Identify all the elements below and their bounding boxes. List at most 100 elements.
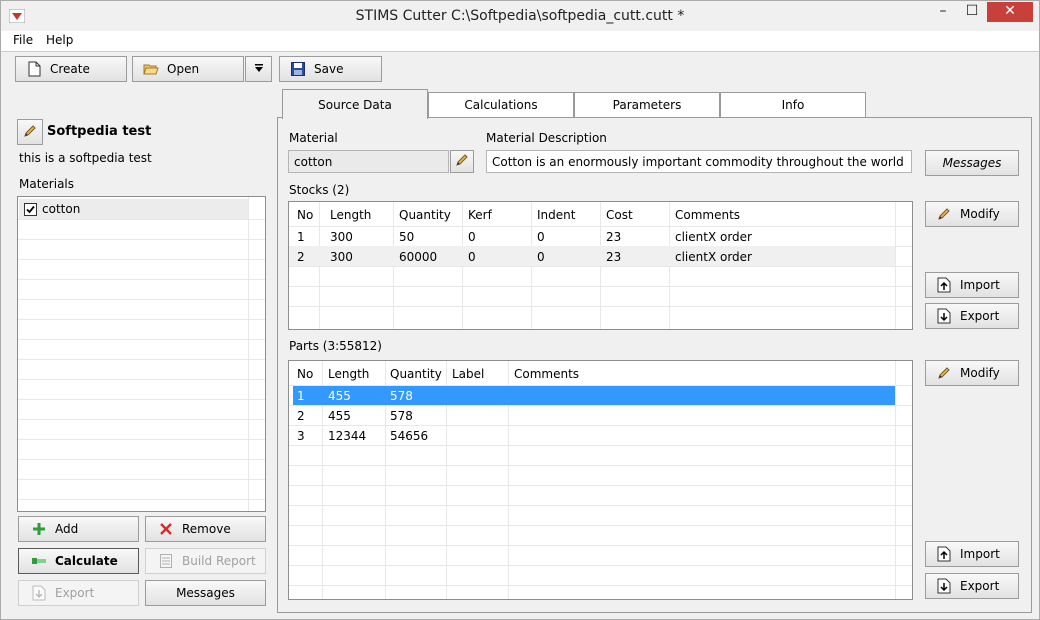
pencil-icon bbox=[23, 124, 37, 141]
plus-icon bbox=[31, 521, 47, 537]
table-cell[interactable]: 2 bbox=[297, 250, 305, 264]
export-left-label: Export bbox=[55, 586, 95, 600]
tab-parameters[interactable]: Parameters bbox=[574, 92, 720, 117]
table-cell[interactable]: 0 bbox=[537, 230, 545, 244]
new-file-icon bbox=[26, 61, 42, 77]
report-icon bbox=[158, 553, 174, 569]
project-name: Softpedia test bbox=[47, 124, 152, 139]
table-cell[interactable]: 2 bbox=[297, 409, 305, 423]
table-cell[interactable]: 578 bbox=[390, 409, 413, 423]
parts-import-button[interactable]: Import bbox=[925, 541, 1019, 567]
table-cell[interactable]: 60000 bbox=[399, 250, 437, 264]
col-header-kerf[interactable]: Kerf bbox=[468, 208, 492, 222]
table-cell[interactable]: 0 bbox=[537, 250, 545, 264]
add-button[interactable]: Add bbox=[18, 516, 139, 542]
list-item[interactable]: cotton bbox=[19, 199, 248, 219]
title-bar: STIMS Cutter C:\Softpedia\softpedia_cutt… bbox=[0, 0, 1040, 31]
col-header-label[interactable]: Label bbox=[452, 367, 484, 381]
col-header-quantity[interactable]: Quantity bbox=[399, 208, 451, 222]
col-header-indent[interactable]: Indent bbox=[537, 208, 575, 222]
create-button[interactable]: Create bbox=[15, 56, 127, 82]
project-description: this is a softpedia test bbox=[19, 151, 152, 165]
col-header-no[interactable]: No bbox=[297, 208, 313, 222]
minimize-button[interactable]: – bbox=[929, 2, 957, 22]
col-header-no[interactable]: No bbox=[297, 367, 313, 381]
table-cell[interactable]: 0 bbox=[468, 250, 476, 264]
table-cell[interactable]: 0 bbox=[468, 230, 476, 244]
stocks-import-button[interactable]: Import bbox=[925, 272, 1019, 298]
floppy-disk-icon bbox=[290, 61, 306, 77]
build-report-button[interactable]: Build Report bbox=[145, 548, 266, 574]
checkbox-checked-icon[interactable] bbox=[24, 203, 37, 216]
table-cell[interactable]: 3 bbox=[297, 429, 305, 443]
table-cell[interactable]: clientX order bbox=[675, 250, 752, 264]
table-cell[interactable]: 12344 bbox=[328, 429, 366, 443]
table-cell[interactable]: 300 bbox=[330, 250, 353, 264]
parts-modify-button[interactable]: Modify bbox=[925, 360, 1019, 386]
create-label: Create bbox=[50, 62, 90, 76]
material-field[interactable]: cotton bbox=[288, 150, 449, 173]
build-report-label: Build Report bbox=[182, 554, 256, 568]
pencil-icon bbox=[455, 153, 469, 170]
tab-source-data[interactable]: Source Data bbox=[282, 89, 428, 119]
col-header-length[interactable]: Length bbox=[328, 367, 369, 381]
messages-left-button[interactable]: Messages bbox=[145, 580, 266, 606]
table-cell[interactable]: 1 bbox=[297, 389, 305, 403]
table-cell[interactable]: 50 bbox=[399, 230, 414, 244]
material-description-field[interactable]: Cotton is an enormously important commod… bbox=[486, 150, 912, 173]
stocks-modify-label: Modify bbox=[960, 207, 1000, 221]
remove-button[interactable]: Remove bbox=[145, 516, 266, 542]
materials-list: cotton bbox=[17, 196, 266, 512]
stocks-table: No Length Quantity Kerf Indent Cost Comm… bbox=[288, 201, 913, 330]
pencil-icon bbox=[936, 365, 952, 381]
open-dropdown-button[interactable] bbox=[245, 56, 272, 82]
table-cell[interactable]: 578 bbox=[390, 389, 413, 403]
parts-label: Parts (3:55812) bbox=[289, 339, 382, 353]
edit-project-button[interactable] bbox=[17, 119, 43, 145]
table-cell[interactable]: 455 bbox=[328, 389, 351, 403]
col-header-comments[interactable]: Comments bbox=[675, 208, 740, 222]
folder-icon bbox=[143, 61, 159, 77]
edit-material-button[interactable] bbox=[450, 150, 474, 173]
calculate-label: Calculate bbox=[55, 554, 118, 568]
materials-label: Materials bbox=[19, 177, 75, 191]
x-icon bbox=[158, 521, 174, 537]
open-button[interactable]: Open bbox=[132, 56, 244, 82]
parts-export-button[interactable]: Export bbox=[925, 573, 1019, 599]
export-icon bbox=[936, 308, 952, 324]
tab-info[interactable]: Info bbox=[720, 92, 866, 117]
maximize-button[interactable]: ☐ bbox=[958, 2, 986, 22]
dropdown-arrow-icon bbox=[254, 62, 264, 76]
tab-calculations[interactable]: Calculations bbox=[428, 92, 574, 117]
selected-row-highlight bbox=[293, 386, 895, 405]
table-cell[interactable]: 54656 bbox=[390, 429, 428, 443]
table-cell[interactable]: 23 bbox=[606, 230, 621, 244]
menu-help[interactable]: Help bbox=[46, 33, 73, 47]
table-cell[interactable]: 1 bbox=[297, 230, 305, 244]
export-icon bbox=[936, 578, 952, 594]
window-title: STIMS Cutter C:\Softpedia\softpedia_cutt… bbox=[355, 8, 685, 24]
table-cell[interactable]: clientX order bbox=[675, 230, 752, 244]
export-left-button[interactable]: Export bbox=[18, 580, 139, 606]
menu-bar: File Help bbox=[0, 31, 1040, 51]
parts-import-label: Import bbox=[960, 547, 1000, 561]
table-cell[interactable]: 23 bbox=[606, 250, 621, 264]
material-item-label: cotton bbox=[42, 202, 81, 216]
parts-table: No Length Quantity Label Comments 1 455 … bbox=[288, 360, 913, 600]
col-header-length[interactable]: Length bbox=[330, 208, 371, 222]
col-header-comments[interactable]: Comments bbox=[514, 367, 579, 381]
save-button[interactable]: Save bbox=[279, 56, 382, 82]
remove-label: Remove bbox=[182, 522, 231, 536]
parts-modify-label: Modify bbox=[960, 366, 1000, 380]
stocks-export-button[interactable]: Export bbox=[925, 303, 1019, 329]
stocks-import-label: Import bbox=[960, 278, 1000, 292]
col-header-quantity[interactable]: Quantity bbox=[390, 367, 442, 381]
messages-button[interactable]: Messages bbox=[925, 150, 1019, 176]
col-header-cost[interactable]: Cost bbox=[606, 208, 633, 222]
close-button[interactable]: ✕ bbox=[987, 2, 1033, 22]
calculate-button[interactable]: Calculate bbox=[18, 548, 139, 574]
menu-file[interactable]: File bbox=[13, 33, 33, 47]
stocks-modify-button[interactable]: Modify bbox=[925, 201, 1019, 227]
table-cell[interactable]: 300 bbox=[330, 230, 353, 244]
table-cell[interactable]: 455 bbox=[328, 409, 351, 423]
